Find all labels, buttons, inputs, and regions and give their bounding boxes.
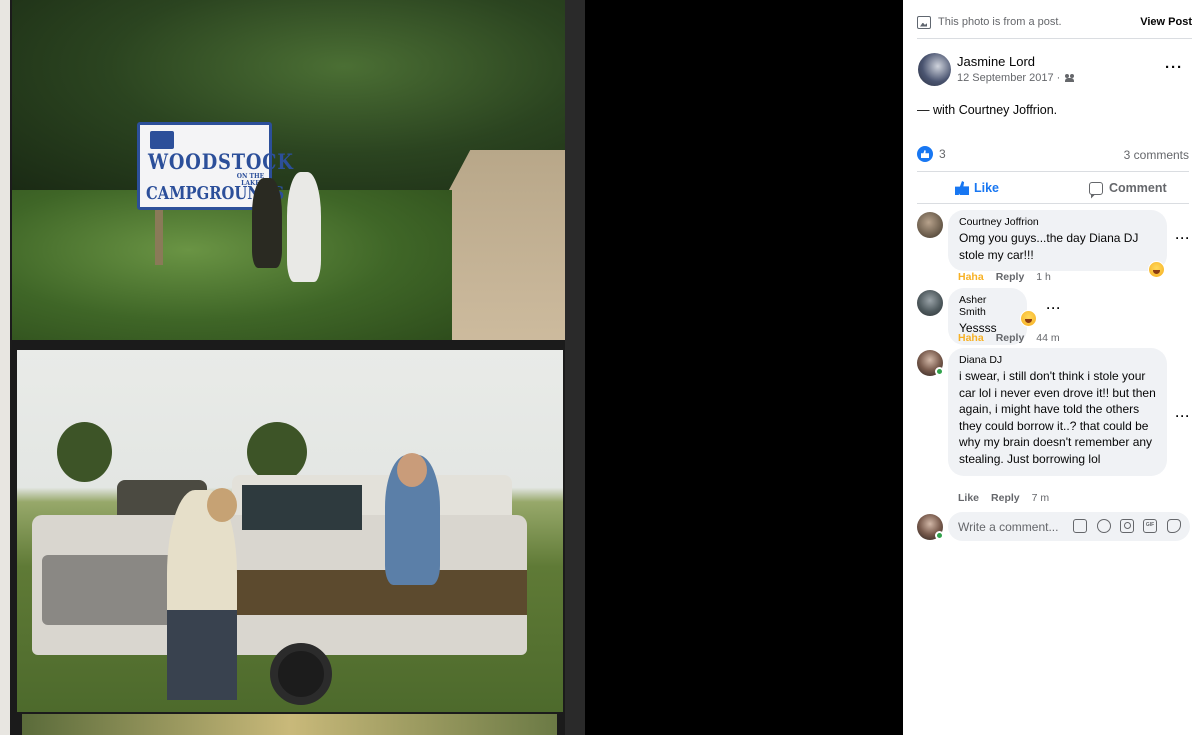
- sign-post: [155, 210, 163, 265]
- reply-button[interactable]: Reply: [991, 492, 1020, 504]
- comment-input-placeholder: Write a comment...: [958, 520, 1059, 534]
- comment-options-button[interactable]: ···: [1042, 302, 1066, 320]
- comment-icon: [1089, 181, 1103, 195]
- comment-text: Omg you guys...the day Diana DJ stole my…: [959, 231, 1139, 262]
- commenter-avatar[interactable]: [917, 212, 943, 238]
- comment-count[interactable]: 3 comments: [1124, 148, 1189, 162]
- comment-input[interactable]: Write a comment... GIF: [948, 512, 1190, 541]
- haha-reaction-button[interactable]: Haha: [958, 271, 984, 283]
- caption-suffix: .: [1053, 103, 1058, 117]
- person-right: [287, 172, 321, 282]
- comment-bubble: Courtney Joffrion Omg you guys...the day…: [948, 210, 1167, 272]
- photo-viewer: WOODSTOCK ON THE LAKE CAMPGROUNDS: [0, 0, 903, 735]
- comment-options-button[interactable]: ···: [1171, 232, 1195, 250]
- comment-actions: Like Reply 7 m: [958, 492, 1049, 504]
- commenter-name[interactable]: Diana DJ: [959, 354, 1156, 366]
- commenter-name[interactable]: Asher Smith: [959, 294, 1016, 318]
- comment-bubble: Diana DJ i swear, i still don't think i …: [948, 348, 1167, 476]
- post-date: 12 September 2017 ·: [957, 72, 1075, 84]
- scanned-photo-page: WOODSTOCK ON THE LAKE CAMPGROUNDS: [0, 0, 585, 735]
- jeep-wood-panel: [232, 570, 527, 615]
- post-options-button[interactable]: ···: [1162, 60, 1186, 80]
- divider: [917, 38, 1192, 39]
- head: [397, 453, 427, 487]
- comment-time[interactable]: 44 m: [1036, 332, 1059, 344]
- photo-campground-sign: WOODSTOCK ON THE LAKE CAMPGROUNDS: [12, 0, 565, 340]
- post-side-panel: This photo is from a post. View Post Jas…: [903, 0, 1200, 735]
- photo-partial: [22, 714, 557, 735]
- reply-button[interactable]: Reply: [996, 271, 1025, 283]
- tree: [247, 422, 307, 482]
- caption-prefix: — with: [917, 103, 959, 117]
- jeep-window: [242, 485, 362, 530]
- online-status-dot: [935, 531, 944, 540]
- online-status-dot: [935, 367, 944, 376]
- haha-emoji-icon[interactable]: [1020, 310, 1037, 327]
- comment-actions: Haha Reply 44 m: [958, 332, 1060, 344]
- comment-actions: Haha Reply 1 h: [958, 271, 1051, 283]
- scan-edge-dark: [565, 0, 585, 735]
- friends-icon: [1065, 74, 1075, 82]
- haha-reaction-button[interactable]: Haha: [958, 332, 984, 344]
- reaction-count: 3: [939, 147, 946, 161]
- like-label: Like: [974, 181, 1000, 195]
- jeep-grille: [42, 555, 177, 625]
- commenter-name[interactable]: Courtney Joffrion: [959, 216, 1156, 228]
- post-notice: This photo is from a post. View Post: [917, 8, 1192, 36]
- head: [207, 488, 237, 522]
- post-caption: — with Courtney Joffrion.: [917, 103, 1057, 117]
- author-name[interactable]: Jasmine Lord: [957, 54, 1035, 69]
- comment-time[interactable]: 1 h: [1036, 271, 1051, 283]
- comment-text: i swear, i still don't think i stole you…: [959, 369, 1156, 466]
- camera-icon[interactable]: [1120, 519, 1134, 533]
- emoji-icon[interactable]: [1097, 519, 1111, 533]
- like-comment-button[interactable]: Like: [958, 492, 979, 504]
- thumbs-up-icon: [955, 181, 969, 195]
- roadside-bushes: [12, 190, 452, 340]
- person-left: [252, 178, 282, 268]
- commenter-avatar[interactable]: [917, 290, 943, 316]
- gif-icon[interactable]: GIF: [1143, 519, 1157, 533]
- notice-text: This photo is from a post.: [938, 16, 1062, 28]
- comment-button[interactable]: Comment: [1089, 181, 1167, 195]
- scan-edge: [0, 0, 10, 735]
- like-button[interactable]: Like: [955, 181, 999, 195]
- jeep-wagon: [32, 475, 527, 705]
- author-avatar[interactable]: [918, 53, 951, 86]
- jeep-wheel: [270, 643, 332, 705]
- post-date-text[interactable]: 12 September 2017 ·: [957, 72, 1060, 84]
- tagged-user-link[interactable]: Courtney Joffrion: [959, 103, 1054, 117]
- divider: [917, 171, 1189, 172]
- like-reaction-icon: [917, 146, 933, 162]
- comment-time[interactable]: 7 m: [1032, 492, 1050, 504]
- campground-sign: WOODSTOCK ON THE LAKE CAMPGROUNDS: [137, 122, 293, 210]
- reaction-summary[interactable]: 3: [917, 146, 946, 162]
- haha-emoji-icon[interactable]: [1148, 261, 1165, 278]
- sign-text-line1: WOODSTOCK: [148, 149, 294, 174]
- photo-jeep: [17, 350, 563, 712]
- comment-label: Comment: [1109, 181, 1167, 195]
- person-front: [167, 490, 237, 700]
- jeans: [167, 610, 237, 700]
- view-post-link[interactable]: View Post: [1140, 16, 1192, 28]
- sticker-icon[interactable]: [1167, 519, 1181, 533]
- avatar-sticker-icon[interactable]: [1073, 519, 1087, 533]
- tree: [57, 422, 112, 482]
- reply-button[interactable]: Reply: [996, 332, 1025, 344]
- sign-logo: [150, 131, 174, 149]
- comment-options-button[interactable]: ···: [1171, 410, 1195, 428]
- photo-icon: [917, 15, 931, 29]
- divider: [917, 203, 1189, 204]
